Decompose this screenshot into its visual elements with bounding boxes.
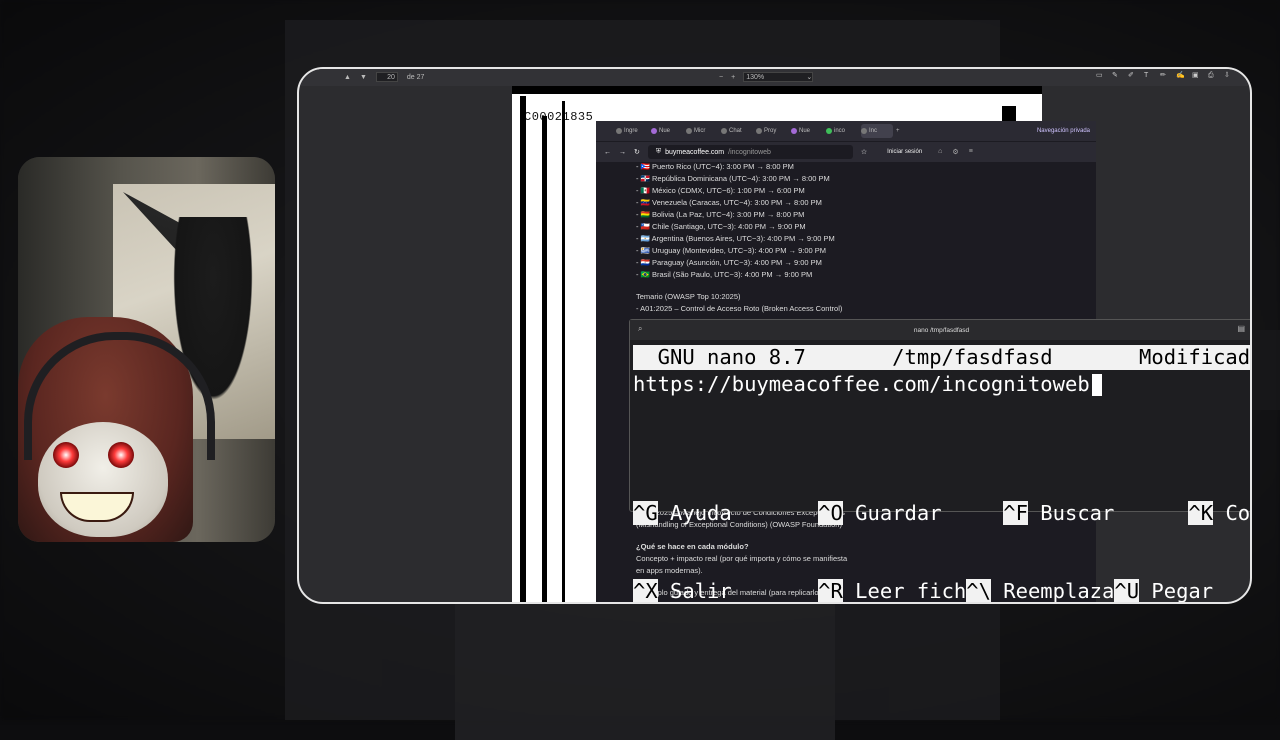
- schedule-line: - 🇲🇽 México (CDMX, UTC−6): 1:00 PM → 6:0…: [636, 186, 805, 195]
- shortcut-key: ^K: [1188, 501, 1214, 525]
- schedule-line: - 🇩🇴 República Dominicana (UTC−4): 3:00 …: [636, 174, 830, 183]
- forward-icon[interactable]: →: [619, 149, 626, 156]
- tab-strip: Ingre Nue Micr Chat Proy Nue inco Inc + …: [596, 121, 1096, 141]
- new-tab-button[interactable]: +: [896, 128, 900, 134]
- bookmark-icon[interactable]: ☆: [861, 148, 867, 156]
- nano-text-line[interactable]: https://buymeacoffee.com/incognitoweb: [633, 372, 1102, 397]
- schedule-line: - 🇵🇾 Paraguay (Asunción, UTC−3): 4:00 PM…: [636, 258, 822, 267]
- schedule-line: - 🇧🇷 Brasil (São Paulo, UTC−3): 4:00 PM …: [636, 270, 813, 279]
- tab-6[interactable]: Nue: [791, 124, 823, 138]
- temario-item: - A01:2025 – Control de Acceso Roto (Bro…: [636, 304, 843, 313]
- shortcut-key: ^U: [1114, 579, 1140, 603]
- shortcut-key: ^R: [818, 579, 843, 603]
- prev-page-icon[interactable]: ▲: [344, 74, 351, 81]
- nano-header: GNU nano 8.7 /tmp/fasdfasd Modificado: [633, 345, 1252, 370]
- shortcut-label: Buscar: [1027, 501, 1189, 525]
- schedule-line: - 🇨🇱 Chile (Santiago, UTC−3): 4:00 PM → …: [636, 222, 806, 231]
- image-icon[interactable]: ▣: [1192, 72, 1200, 80]
- shortcut-label: Salir: [657, 579, 819, 603]
- zoom-select[interactable]: 130% ⌄: [743, 72, 814, 82]
- help-row: ^G Ayuda ^O Guardar ^F Buscar ^K Cortar: [633, 500, 1251, 526]
- pen-icon[interactable]: ✏: [1160, 72, 1168, 80]
- url-bar: ← → ↻ ⛨ buymeacoffee.com/incognitoweb ☆ …: [596, 141, 1096, 162]
- schedule-line: - 🇧🇴 Bolivia (La Paz, UTC−4): 3:00 PM → …: [636, 210, 805, 219]
- schedule-line: - 🇵🇷 Puerto Rico (UTC−4): 3:00 PM → 8:00…: [636, 162, 794, 171]
- tab-3[interactable]: Micr: [686, 124, 718, 138]
- terminal-titlebar: ⌕ nano /tmp/fasdfasd ▤: [630, 320, 1250, 340]
- address-field[interactable]: ⛨ buymeacoffee.com/incognitoweb: [647, 145, 853, 159]
- zoom-in-button[interactable]: +: [731, 74, 735, 81]
- search-icon[interactable]: ⌕: [638, 324, 642, 334]
- schedule-line: - 🇺🇾 Uruguay (Montevideo, UTC−3): 4:00 P…: [636, 246, 827, 255]
- zoom-out-button[interactable]: −: [719, 74, 723, 81]
- private-browsing-label: Navegación privada: [1036, 128, 1090, 134]
- comment-icon[interactable]: ▭: [1096, 72, 1104, 80]
- save-icon[interactable]: ⇩: [1224, 72, 1232, 80]
- schedule-line: - 🇻🇪 Venezuela (Caracas, UTC−4): 3:00 PM…: [636, 198, 822, 207]
- terminal-window: ⌕ nano /tmp/fasdfasd ▤ GNU nano 8.7 /tmp…: [629, 319, 1252, 602]
- temario-title: Temario (OWASP Top 10:2025): [636, 292, 741, 301]
- webcam-overlay: [18, 157, 275, 542]
- pdf-toolbar: ▲ ▼ 20 de 27 − + 130% ⌄ ▭ ✎ ✐ T ✏ ✍ ▣ ⎙ ⇩: [299, 69, 1250, 86]
- terminal-title: nano /tmp/fasdfasd: [913, 326, 970, 334]
- shortcut-key: ^G: [633, 501, 658, 525]
- nano-help-bar: ^G Ayuda ^O Guardar ^F Buscar ^K Cortar …: [633, 448, 1251, 603]
- tab-1[interactable]: Ingre: [616, 124, 648, 138]
- shortcut-key: ^\: [966, 579, 991, 603]
- help-row: ^X Salir ^R Leer fich^\ Reemplaza^U Pega…: [633, 578, 1250, 603]
- extension-icon[interactable]: ⌂: [938, 148, 942, 156]
- tab-active[interactable]: Inc: [861, 124, 893, 138]
- reload-icon[interactable]: ↻: [634, 148, 640, 156]
- page-input[interactable]: 20: [375, 72, 398, 82]
- tab-5[interactable]: Proy: [756, 124, 788, 138]
- settings-icon[interactable]: ⚙: [952, 148, 958, 156]
- page-total: de 27: [406, 73, 425, 81]
- shortcut-label: Ayuda: [657, 501, 819, 525]
- tab-2[interactable]: Nue: [651, 124, 683, 138]
- text-icon[interactable]: T: [1144, 72, 1152, 80]
- signature-icon[interactable]: ✍: [1176, 72, 1185, 80]
- tab-7[interactable]: inco: [826, 124, 858, 138]
- draw-icon[interactable]: ✐: [1128, 72, 1136, 80]
- highlight-icon[interactable]: ✎: [1112, 72, 1120, 80]
- shortcut-key: ^O: [818, 501, 843, 525]
- document-stamp: C00021835: [524, 110, 594, 124]
- menu-icon[interactable]: ≡: [969, 148, 973, 156]
- login-button[interactable]: Iniciar sesión: [887, 149, 922, 155]
- shortcut-label: Leer fich: [842, 579, 967, 603]
- nano-editor[interactable]: GNU nano 8.7 /tmp/fasdfasd Modificado ht…: [630, 340, 1252, 602]
- shortcut-key: ^X: [633, 579, 658, 603]
- chevron-down-icon: ⌄: [806, 74, 813, 81]
- screen-capture-frame: ▲ ▼ 20 de 27 − + 130% ⌄ ▭ ✎ ✐ T ✏ ✍ ▣ ⎙ ⇩…: [297, 67, 1252, 604]
- print-icon[interactable]: ⎙: [1208, 72, 1216, 80]
- tab-4[interactable]: Chat: [721, 124, 753, 138]
- back-icon[interactable]: ←: [604, 149, 611, 156]
- terminal-menu-icon[interactable]: ▤: [1237, 324, 1245, 333]
- next-page-icon[interactable]: ▼: [360, 74, 367, 81]
- schedule-line: - 🇦🇷 Argentina (Buenos Aires, UTC−3): 4:…: [636, 234, 835, 243]
- shortcut-label: Pegar: [1139, 579, 1214, 603]
- shortcut-label: Reemplaza: [990, 579, 1115, 603]
- shortcut-label: Cortar: [1225, 501, 1251, 525]
- shortcut-key: ^F: [1003, 501, 1028, 525]
- shield-icon: ⛨: [655, 148, 662, 155]
- shortcut-label: Guardar: [842, 501, 1004, 525]
- text-cursor: [1091, 374, 1102, 396]
